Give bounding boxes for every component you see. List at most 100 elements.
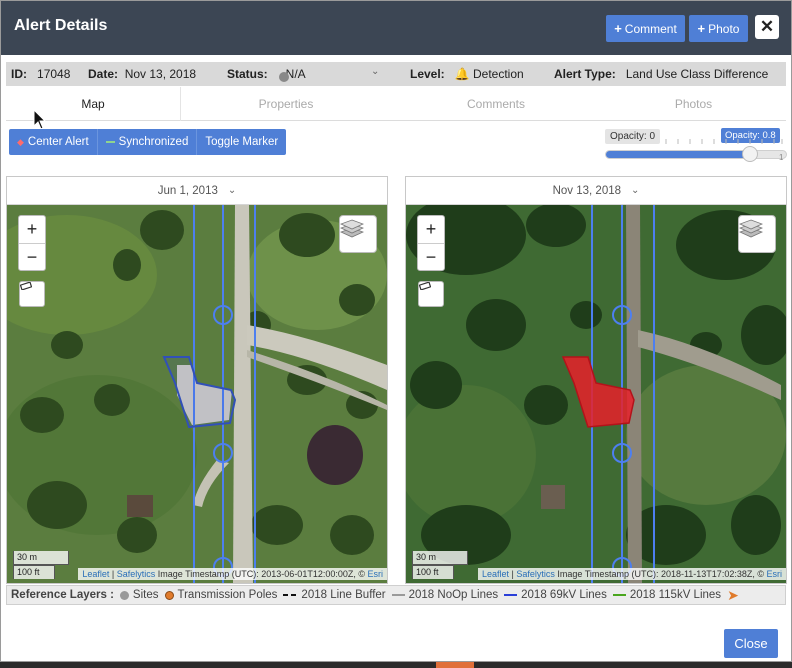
opacity-max-tick: 1	[779, 153, 784, 162]
satellite-image-2018	[406, 205, 786, 583]
id-value: 17048	[37, 67, 71, 81]
level-label: Level:	[410, 67, 445, 81]
mouse-pointer-icon	[33, 109, 47, 130]
status-value: N/A	[285, 67, 306, 81]
map-panel-before: Jun 1, 2013 ⌄ + − 30 m 100 ft Leaflet | …	[6, 176, 388, 584]
legend-label: Sites	[132, 589, 159, 601]
opacity-slider-handle[interactable]	[742, 146, 758, 162]
alert-info-bar: ID: 17048 Date: Nov 13, 2018 Status: N/A…	[6, 62, 786, 86]
zoom-out-button[interactable]: −	[418, 243, 444, 270]
image-timestamp: Image Timestamp (UTC): 2013-06-01T12:00:…	[157, 569, 365, 579]
sync-icon	[105, 141, 115, 143]
date-select-after[interactable]: Nov 13, 2018 ⌄	[406, 177, 786, 205]
modal-title: Alert Details	[14, 17, 108, 34]
legend-item-69kv-lines[interactable]: 2018 69kV Lines	[504, 589, 607, 601]
esri-link[interactable]: Esri	[767, 569, 783, 579]
legend-overflow-arrow-icon: ➤	[727, 586, 739, 603]
toggle-marker-button[interactable]: Toggle Marker	[196, 129, 286, 155]
poles-swatch-icon	[164, 590, 174, 600]
safelytics-link[interactable]: Safelytics	[516, 569, 555, 579]
add-photo-button[interactable]: + Photo	[689, 15, 748, 42]
close-button[interactable]: Close	[724, 629, 778, 658]
zoom-control: + −	[417, 215, 445, 271]
status-select[interactable]: N/A ⌄	[279, 66, 384, 82]
toggle-marker-label: Toggle Marker	[205, 136, 279, 148]
zoom-out-button[interactable]: −	[19, 243, 45, 270]
tab-bar: Map Properties Comments Photos	[6, 87, 786, 121]
zoom-in-button[interactable]: +	[418, 216, 444, 243]
leaflet-link[interactable]: Leaflet	[482, 569, 509, 579]
legend-label: Transmission Poles	[177, 589, 278, 601]
map-toolbar: ◆ Center Alert Synchronized Toggle Marke…	[9, 129, 287, 155]
synchronized-label: Synchronized	[118, 136, 189, 148]
taskbar-highlight	[436, 662, 474, 668]
synchronized-button[interactable]: Synchronized	[96, 129, 197, 155]
date-field: Date: Nov 13, 2018	[88, 67, 196, 81]
map-view-before[interactable]: + − 30 m 100 ft Leaflet | Safelytics Ima…	[7, 205, 387, 583]
line-buffer-swatch-icon	[283, 594, 298, 596]
map-panel-after: Nov 13, 2018 ⌄ + − 30 m 100 ft Leaflet |…	[405, 176, 787, 584]
attribution-separator: |	[511, 569, 514, 579]
scale-bar-imperial: 100 ft	[412, 565, 454, 579]
add-comment-label: Comment	[624, 21, 677, 36]
legend-item-noop-lines[interactable]: 2018 NoOp Lines	[391, 589, 499, 601]
sites-swatch-icon	[119, 590, 129, 600]
legend-label: 2018 Line Buffer	[301, 589, 386, 601]
date-select-before[interactable]: Jun 1, 2013 ⌄	[7, 177, 387, 205]
alert-type-value: Land Use Class Difference	[625, 67, 769, 81]
level-value: Detection	[473, 67, 524, 81]
opacity-slider-fill	[606, 151, 750, 158]
center-alert-button[interactable]: ◆ Center Alert	[9, 129, 97, 155]
layers-icon[interactable]	[339, 215, 377, 253]
69kv-swatch-icon	[504, 594, 518, 596]
zoom-control: + −	[18, 215, 46, 271]
modal-header: Alert Details + Comment + Photo ✕	[1, 1, 791, 55]
chevron-down-icon: ⌄	[631, 185, 640, 196]
tab-comments[interactable]: Comments	[391, 87, 601, 121]
attribution-separator: |	[111, 569, 115, 579]
map-attribution: Leaflet | Safelytics Image Timestamp (UT…	[78, 568, 387, 580]
map-attribution: Leaflet | Safelytics Image Timestamp (UT…	[477, 568, 786, 580]
tab-photos[interactable]: Photos	[601, 87, 786, 121]
measure-ruler-icon[interactable]	[19, 281, 45, 307]
id-label: ID:	[11, 67, 27, 81]
legend-label: 2018 NoOp Lines	[408, 589, 499, 601]
opacity-ticks	[665, 139, 783, 144]
scale-bar-metric: 30 m	[13, 551, 69, 565]
zoom-in-button[interactable]: +	[19, 216, 45, 243]
close-icon[interactable]: ✕	[755, 15, 779, 39]
satellite-image-2013	[7, 205, 387, 583]
opacity-slider[interactable]	[605, 150, 787, 159]
legend-item-115kv-lines[interactable]: 2018 115kV Lines	[612, 589, 722, 601]
plus-icon: +	[614, 21, 622, 36]
map-date-before: Jun 1, 2013	[157, 184, 218, 197]
leaflet-link[interactable]: Leaflet	[82, 569, 109, 579]
level-field: Level: 🔔 Detection	[410, 67, 524, 81]
scale-bar-imperial: 100 ft	[13, 565, 55, 579]
legend-label: 2018 115kV Lines	[629, 589, 722, 601]
plus-icon: +	[697, 21, 706, 36]
legend-item-sites[interactable]: Sites	[119, 589, 159, 601]
map-view-after[interactable]: + − 30 m 100 ft Leaflet | Safelytics Ima…	[406, 205, 786, 583]
noop-swatch-icon	[391, 594, 405, 596]
esri-link[interactable]: Esri	[368, 569, 384, 579]
opacity-min-label: Opacity: 0	[605, 129, 661, 144]
115kv-swatch-icon	[612, 594, 626, 596]
legend-item-line-buffer[interactable]: 2018 Line Buffer	[283, 589, 386, 601]
alert-type-label: Alert Type:	[554, 67, 616, 81]
safelytics-link[interactable]: Safelytics	[117, 569, 156, 579]
status-dot-icon	[279, 72, 289, 82]
alert-details-modal: Alert Details + Comment + Photo ✕ ID: 17…	[0, 0, 792, 662]
add-photo-label: Photo	[708, 21, 740, 36]
measure-ruler-icon[interactable]	[418, 281, 444, 307]
reference-layers-legend: Reference Layers : Sites Transmission Po…	[6, 585, 786, 605]
layers-icon[interactable]	[738, 215, 776, 253]
tab-properties[interactable]: Properties	[181, 87, 391, 121]
bell-icon: 🔔	[454, 67, 470, 81]
taskbar-strip	[0, 662, 792, 668]
legend-item-transmission-poles[interactable]: Transmission Poles	[164, 589, 278, 601]
add-comment-button[interactable]: + Comment	[606, 15, 685, 42]
legend-label: 2018 69kV Lines	[521, 589, 607, 601]
chevron-down-icon: ⌄	[371, 66, 380, 77]
image-timestamp: Image Timestamp (UTC): 2018-11-13T17:02:…	[557, 569, 764, 579]
